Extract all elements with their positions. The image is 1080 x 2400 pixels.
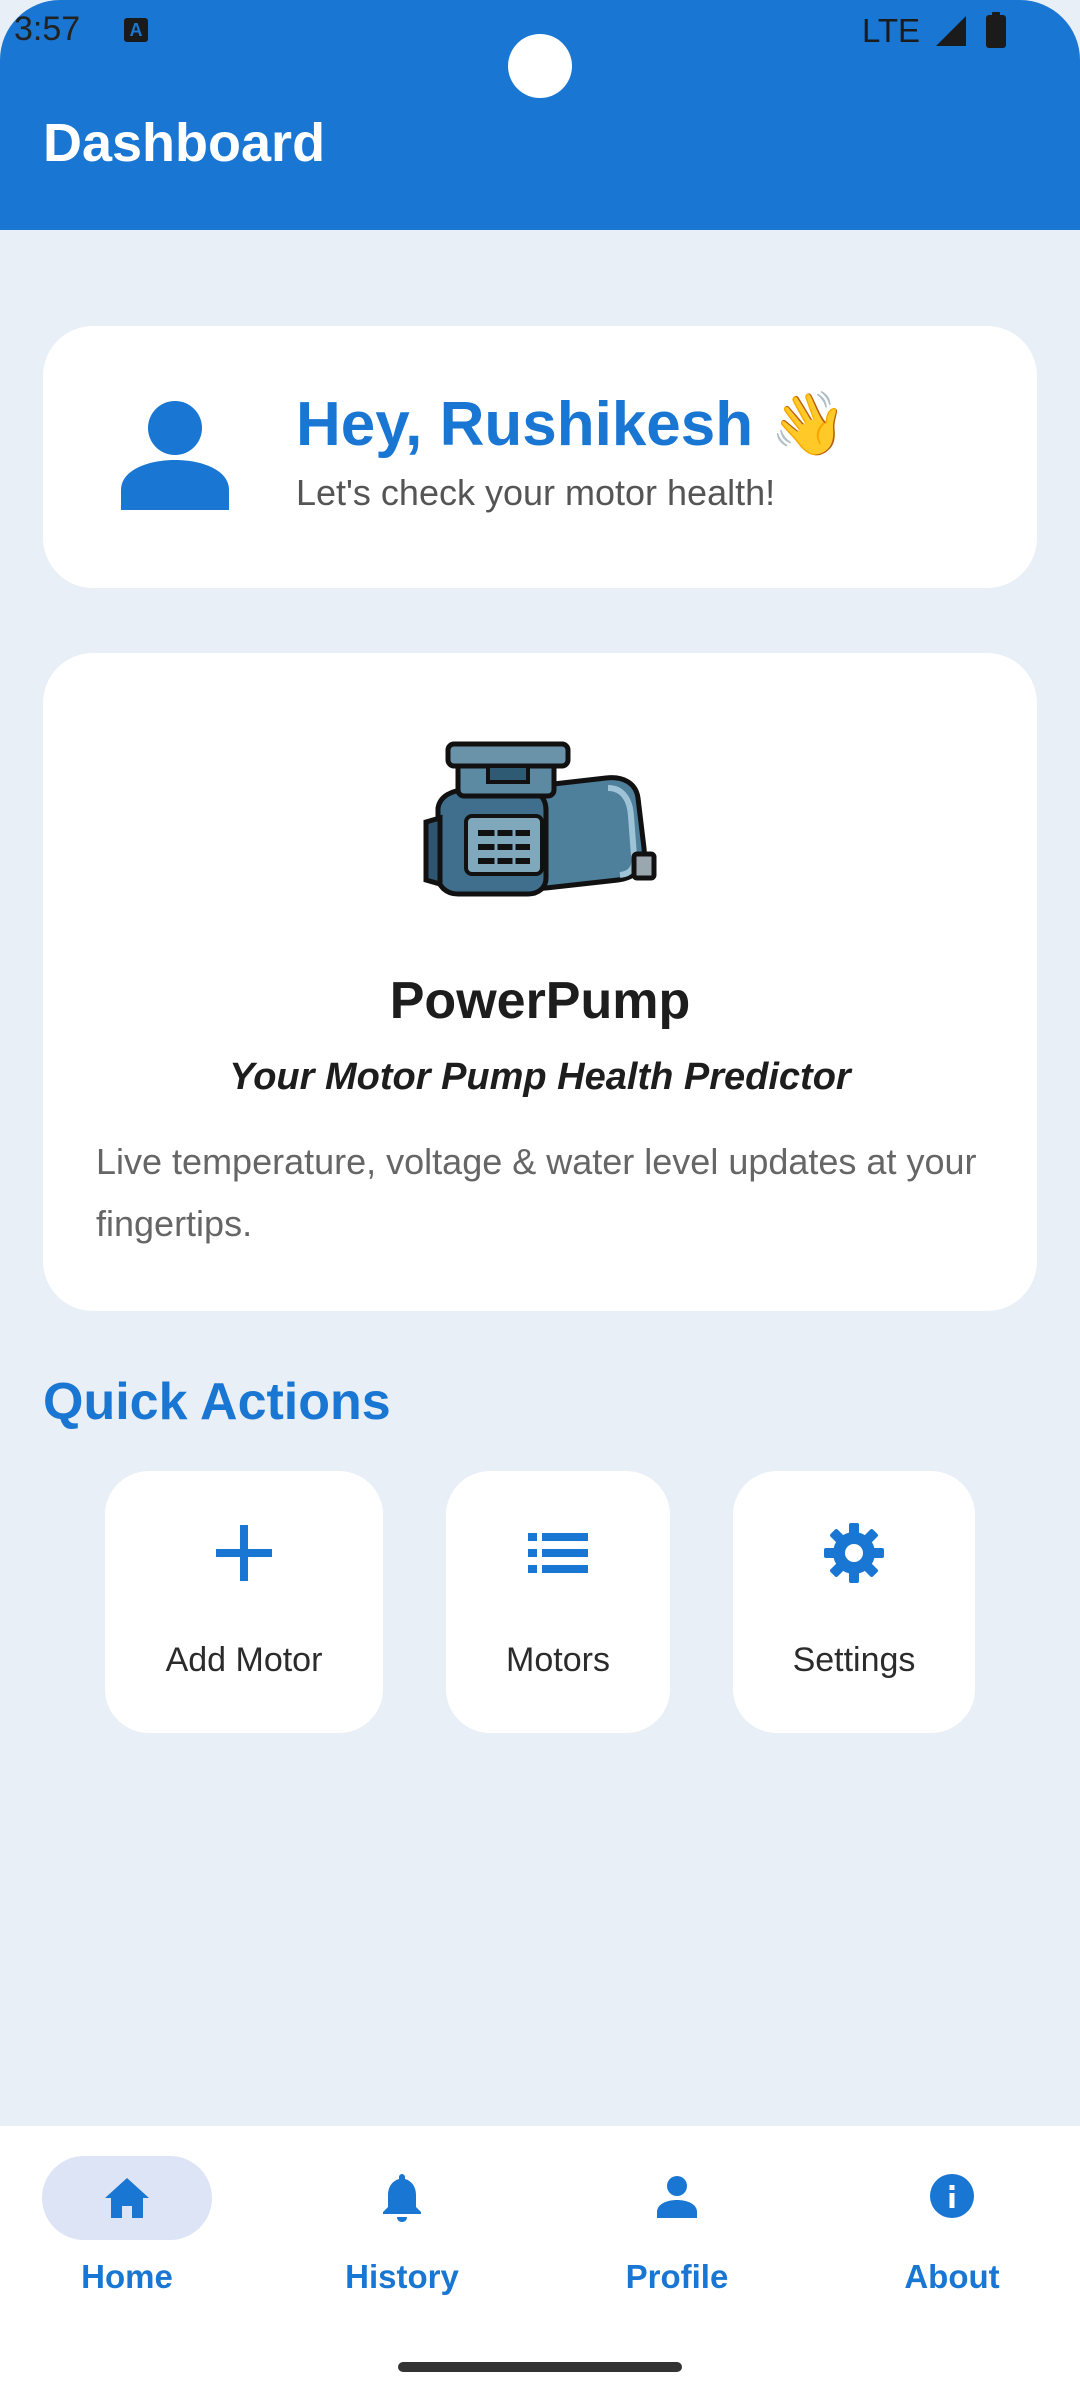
page-title: Dashboard	[43, 113, 326, 173]
dashboard-screen: 3:57 A LTE Dashboard Hey, Rushikesh 👋 Le…	[0, 0, 1080, 2400]
signal-icon	[936, 16, 966, 46]
list-icon	[528, 1533, 588, 1573]
brand-tagline: Your Motor Pump Health Predictor	[229, 1056, 851, 1098]
info-icon	[930, 2174, 974, 2218]
nav-label-about: About	[904, 2258, 1000, 2295]
greeting-title: Hey, Rushikesh 👋	[296, 390, 848, 459]
plus-icon	[216, 1525, 272, 1581]
add-motor-label: Add Motor	[165, 1641, 323, 1679]
bell-icon	[383, 2174, 421, 2222]
greeting-subtitle: Let's check your motor health!	[296, 472, 776, 513]
settings-label: Settings	[792, 1641, 916, 1679]
motors-button[interactable]: Motors	[446, 1471, 670, 1733]
motor-pump-illustration	[423, 741, 657, 897]
status-time: 3:57	[14, 10, 81, 48]
nav-item-profile[interactable]: Profile	[577, 2156, 777, 2306]
brand-name: PowerPump	[389, 972, 691, 1030]
nav-item-about[interactable]: About	[852, 2156, 1052, 2306]
person-icon	[657, 2176, 697, 2218]
battery-icon	[986, 12, 1006, 48]
nav-label-history: History	[345, 2258, 459, 2295]
bottom-navigation: Home History Profile About	[0, 2126, 1080, 2400]
nav-label-home: Home	[81, 2258, 173, 2295]
app-bar: 3:57 A LTE Dashboard	[0, 0, 1080, 230]
motors-label: Motors	[506, 1641, 610, 1679]
nav-item-history[interactable]: History	[302, 2156, 502, 2306]
brand-card: PowerPump Your Motor Pump Health Predict…	[43, 653, 1037, 1311]
home-gesture-bar[interactable]	[398, 2362, 682, 2372]
camera-cutout	[508, 34, 572, 98]
network-type: LTE	[862, 12, 921, 49]
greeting-card: Hey, Rushikesh 👋 Let's check your motor …	[43, 326, 1037, 588]
brand-description: Live temperature, voltage & water level …	[96, 1141, 977, 1244]
settings-button[interactable]: Settings	[733, 1471, 975, 1733]
person-icon	[121, 401, 229, 510]
add-motor-button[interactable]: Add Motor	[105, 1471, 383, 1733]
quick-actions-title: Quick Actions	[43, 1373, 391, 1431]
gear-icon	[824, 1523, 884, 1583]
nav-label-profile: Profile	[625, 2258, 729, 2295]
home-icon	[105, 2178, 149, 2218]
nav-item-home[interactable]: Home	[27, 2156, 227, 2306]
accessibility-icon: A	[124, 18, 148, 42]
